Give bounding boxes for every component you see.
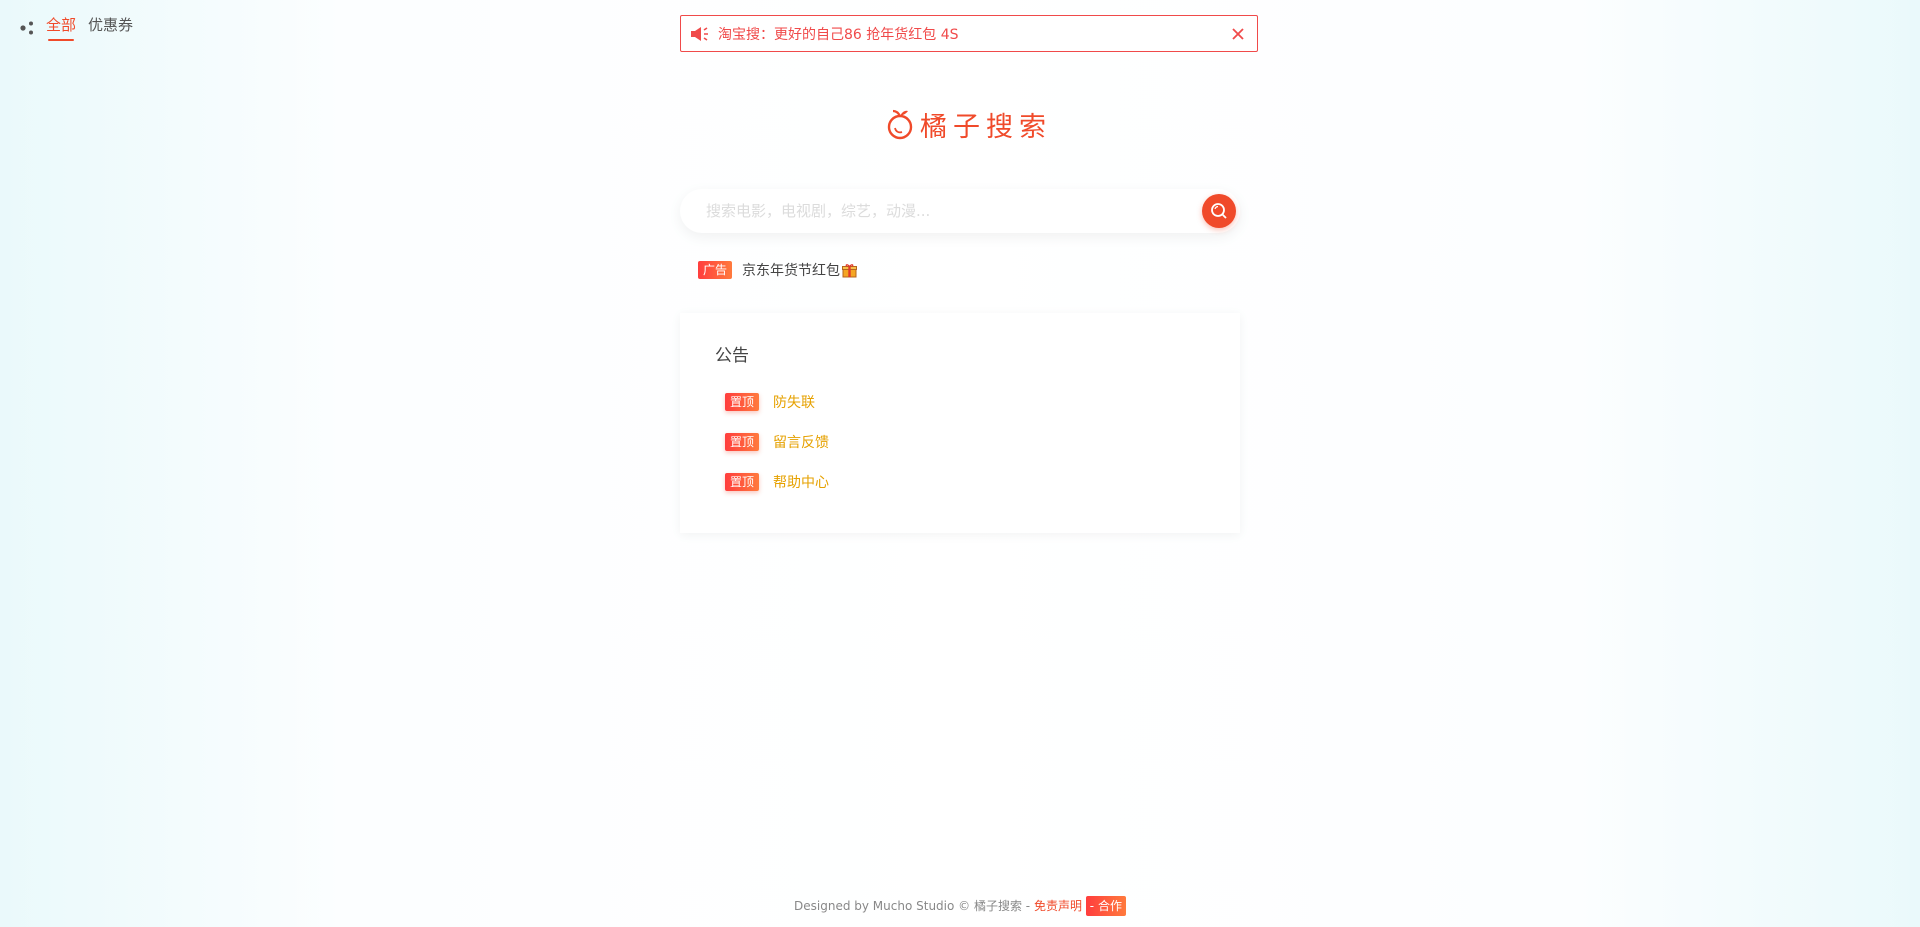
search-bar xyxy=(680,188,1240,234)
megaphone-icon xyxy=(691,26,708,41)
pinned-badge: 置顶 xyxy=(725,473,760,491)
notice-item[interactable]: 置顶 防失联 xyxy=(725,382,1205,422)
orange-logo-icon xyxy=(887,109,913,140)
notice-link-anti-lost[interactable]: 防失联 xyxy=(773,392,815,412)
tab-all[interactable]: 全部 xyxy=(46,14,76,41)
ad-badge: 广告 xyxy=(698,261,733,279)
pinned-badge: 置顶 xyxy=(725,393,760,411)
ad-line[interactable]: 广告 京东年货节红包 xyxy=(698,260,858,280)
banner-text[interactable]: 淘宝搜：更好的自己86 抢年货红包 4S xyxy=(718,24,1231,44)
announcement-banner[interactable]: 淘宝搜：更好的自己86 抢年货红包 4S xyxy=(680,15,1258,52)
notice-link-feedback[interactable]: 留言反馈 xyxy=(773,432,829,452)
search-icon xyxy=(1211,203,1227,219)
notice-item[interactable]: 置顶 留言反馈 xyxy=(725,422,1205,462)
footer: Designed by Mucho Studio © 橘子搜索 - 免责声明 -… xyxy=(0,896,1920,916)
notice-card: 公告 置顶 防失联 置顶 留言反馈 置顶 帮助中心 xyxy=(680,313,1240,533)
footer-credit: Designed by Mucho Studio © 橘子搜索 - xyxy=(794,899,1034,913)
search-input[interactable] xyxy=(680,188,1202,234)
logo-text: 橘子搜索 xyxy=(920,111,1052,143)
gift-icon xyxy=(842,263,858,277)
top-nav: 全部 优惠券 xyxy=(20,14,133,41)
cooperation-link[interactable]: - 合作 xyxy=(1085,896,1126,916)
site-logo: 橘子搜索 xyxy=(886,106,1052,143)
notice-item[interactable]: 置顶 帮助中心 xyxy=(725,462,1205,502)
ad-text[interactable]: 京东年货节红包 xyxy=(742,260,840,280)
disclaimer-link[interactable]: 免责声明 xyxy=(1034,899,1082,913)
pinned-badge: 置顶 xyxy=(725,433,760,451)
tab-coupons[interactable]: 优惠券 xyxy=(88,14,133,41)
share-icon[interactable] xyxy=(20,21,34,35)
notice-link-help-center[interactable]: 帮助中心 xyxy=(773,472,829,492)
search-button[interactable] xyxy=(1202,194,1236,228)
close-icon[interactable] xyxy=(1231,27,1245,41)
notice-title: 公告 xyxy=(715,346,749,366)
